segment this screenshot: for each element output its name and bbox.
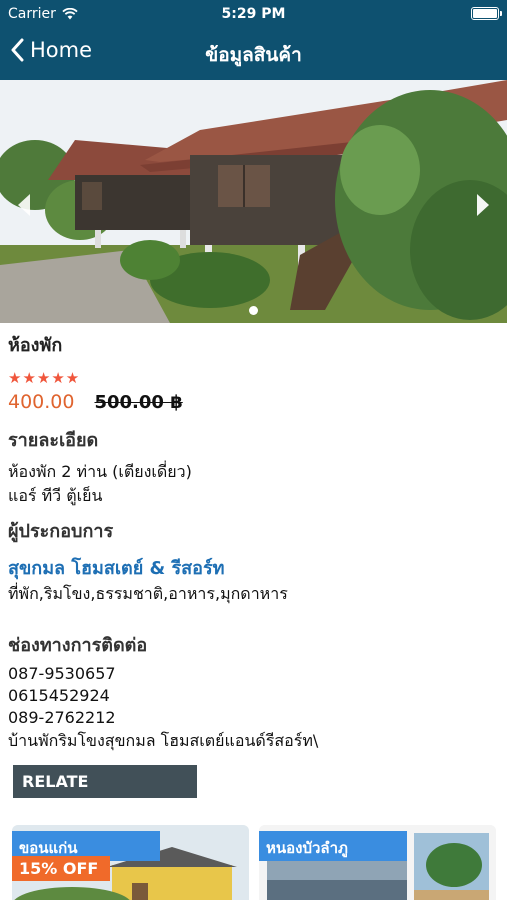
carousel-prev-button[interactable]: [12, 190, 36, 220]
product-details: ห้องพัก ★★★★★ 400.00 500.00 ฿ รายละเอียด…: [8, 330, 498, 753]
price-row: 400.00 500.00 ฿: [8, 391, 498, 413]
current-price: 400.00: [8, 391, 75, 413]
contact-phone-2[interactable]: 0615452924: [8, 685, 498, 707]
operator-name-link[interactable]: สุขกมล โฮมสเตย์ & รีสอร์ท: [8, 553, 498, 582]
details-line-2: แอร์ ทีวี ตู้เย็น: [8, 486, 103, 505]
carousel-dots: [0, 306, 507, 315]
chevron-left-icon: [18, 194, 30, 216]
contact-heading: ช่องทางการติดต่อ: [8, 635, 148, 656]
carousel-next-button[interactable]: [471, 190, 495, 220]
carousel-dot-active[interactable]: [249, 306, 258, 315]
relate-heading: RELATE: [13, 765, 197, 798]
chevron-right-icon: [477, 194, 489, 216]
product-category: ห้องพัก: [8, 335, 63, 356]
contact-address: บ้านพักริมโขงสุขกมล โฮมสเตย์แอนด์รีสอร์ท…: [8, 731, 319, 750]
contact-phone-1[interactable]: 087-9530657: [8, 663, 498, 685]
details-heading: รายละเอียด: [8, 430, 99, 451]
original-price: 500.00 ฿: [94, 392, 183, 413]
related-location-2: หนองบัวลำภู: [259, 831, 407, 861]
related-card-1[interactable]: ขอนแก่น 15% OFF: [12, 825, 249, 900]
operator-heading: ผู้ประกอบการ: [8, 521, 114, 542]
details-line-1: ห้องพัก 2 ท่าน (เตียงเดี่ยว): [8, 462, 192, 481]
back-button[interactable]: Home: [10, 38, 92, 62]
contact-phone-3[interactable]: 089-2762212: [8, 707, 498, 729]
rating-stars: ★★★★★: [8, 369, 81, 387]
chevron-left-icon: [11, 38, 24, 62]
discount-badge: 15% OFF: [12, 856, 110, 881]
image-carousel[interactable]: [0, 80, 507, 323]
status-time: 5:29 PM: [221, 6, 286, 22]
navigation-bar: Home ข้อมูลสินค้า: [0, 28, 507, 80]
operator-tags: ที่พัก,ริมโขง,ธรรมชาติ,อาหาร,มุกดาหาร: [8, 584, 288, 603]
product-photo: [0, 80, 507, 323]
related-card-2[interactable]: หนองบัวลำภู: [259, 825, 496, 900]
top-bar: Carrier 5:29 PM Home ข้อมูลสินค้า: [0, 0, 507, 80]
status-bar: Carrier 5:29 PM: [0, 0, 507, 28]
battery-icon: [471, 7, 502, 20]
back-label: Home: [30, 38, 93, 62]
